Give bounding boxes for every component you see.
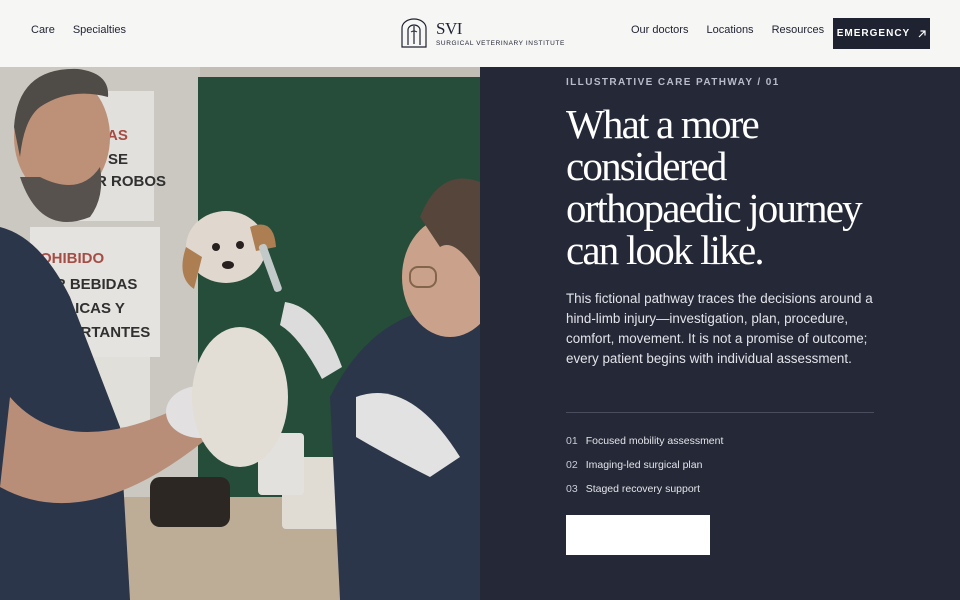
care-pathway-panel: ILLUSTRATIVE CARE PATHWAY / 01 What a mo… xyxy=(480,67,960,600)
eyebrow-label: ILLUSTRATIVE CARE PATHWAY / 01 xyxy=(566,77,780,88)
brand-emblem-icon xyxy=(401,18,427,48)
vet-clinic-photo: CIAS SE R ROBOS OHIBIDO AR BEBIDAS LICAS… xyxy=(0,67,480,600)
pathway-steps: 01 Focused mobility assessment 02 Imagin… xyxy=(566,429,723,501)
pathway-step: 02 Imaging-led surgical plan xyxy=(566,453,723,477)
nav-link-care[interactable]: Care xyxy=(31,24,55,36)
page-title: What a more considered orthopaedic journ… xyxy=(566,101,863,273)
emergency-button[interactable]: EMERGENCY xyxy=(833,18,930,49)
pathway-step: 03 Staged recovery support xyxy=(566,477,723,501)
step-label: Staged recovery support xyxy=(585,483,701,495)
nav-link-locations[interactable]: Locations xyxy=(706,24,753,36)
step-label: Focused mobility assessment xyxy=(585,435,724,447)
step-label: Imaging-led surgical plan xyxy=(585,459,703,471)
step-number: 01 xyxy=(566,435,578,447)
intro-paragraph: This fictional pathway traces the decisi… xyxy=(566,291,873,366)
secondary-nav: Our doctors Locations Resources xyxy=(631,24,824,36)
nav-link-resources[interactable]: Resources xyxy=(772,24,825,36)
brand-logo[interactable]: SVI SURGICAL VETERINARY INSTITUTE xyxy=(400,18,565,48)
hero-photo: CIAS SE R ROBOS OHIBIDO AR BEBIDAS LICAS… xyxy=(0,67,480,600)
brand-abbreviation: SVI xyxy=(436,18,462,38)
emergency-label: EMERGENCY xyxy=(836,28,911,39)
site-header: Care Specialties SVI SURGICAL VETERINARY… xyxy=(0,0,960,67)
nav-link-specialties[interactable]: Specialties xyxy=(73,24,126,36)
step-number: 03 xyxy=(566,483,578,495)
divider xyxy=(566,412,874,413)
cta-button[interactable] xyxy=(566,515,710,555)
step-number: 02 xyxy=(566,459,578,471)
pathway-step: 01 Focused mobility assessment xyxy=(566,429,723,453)
arrow-up-right-icon xyxy=(918,29,926,37)
nav-link-our-doctors[interactable]: Our doctors xyxy=(631,24,688,36)
primary-nav: Care Specialties xyxy=(31,24,126,36)
brand-full-name: SURGICAL VETERINARY INSTITUTE xyxy=(436,39,565,47)
